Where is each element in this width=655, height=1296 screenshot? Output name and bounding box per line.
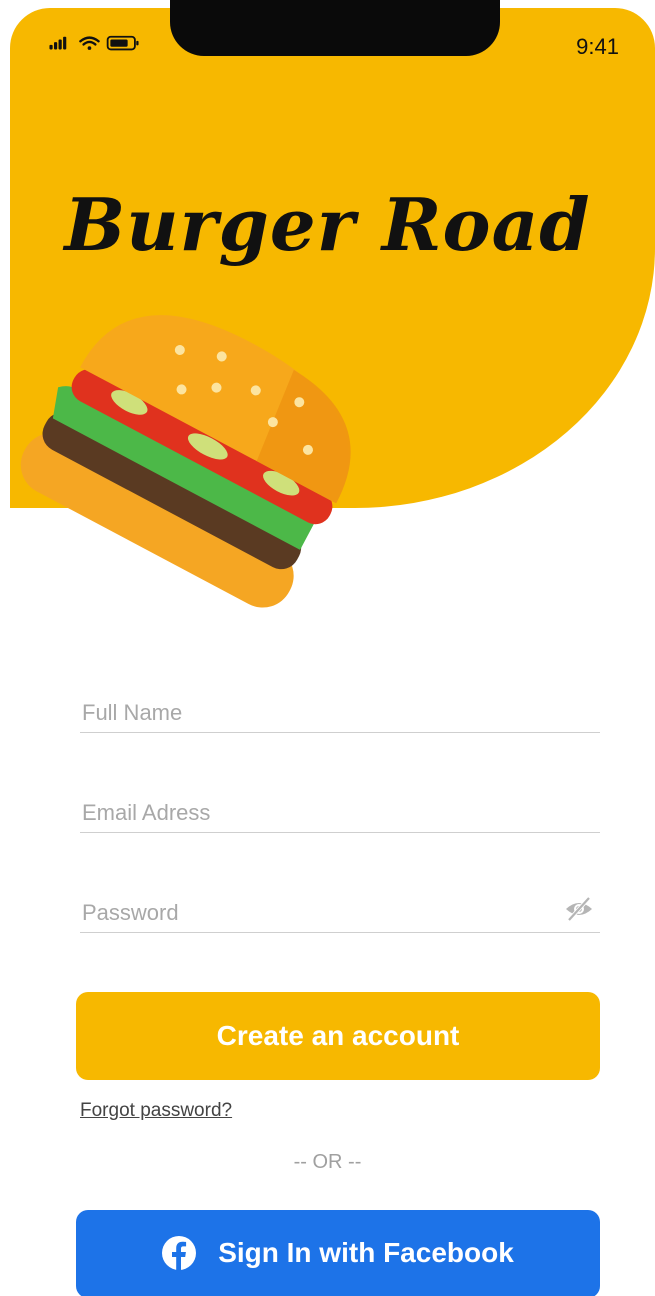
status-time: 9:41	[576, 34, 619, 59]
battery-icon	[106, 35, 139, 51]
signup-screen: 9:41 Burger Road Full Name Email Adress …	[0, 0, 655, 1296]
password-input[interactable]	[82, 900, 552, 926]
full-name-field[interactable]	[80, 690, 600, 733]
eye-slash-icon[interactable]	[564, 896, 594, 922]
full-name-input[interactable]	[82, 700, 552, 726]
facebook-button-content: Sign In with Facebook	[76, 1236, 600, 1270]
facebook-icon	[162, 1236, 197, 1270]
email-field[interactable]	[80, 790, 600, 833]
signal-icon	[49, 36, 67, 50]
facebook-button-label: Sign In with Facebook	[218, 1237, 514, 1268]
status-icons	[49, 35, 139, 51]
create-account-button[interactable]: Create an account	[76, 992, 600, 1080]
burger-illustration	[20, 315, 351, 608]
or-separator: -- OR --	[293, 1151, 362, 1173]
device-notch	[170, 0, 500, 56]
email-input[interactable]	[82, 800, 552, 826]
wifi-icon	[79, 36, 100, 50]
password-field[interactable]	[80, 890, 600, 933]
forgot-password-link[interactable]: Forgot password?	[80, 1100, 232, 1122]
app-title: Burger Road	[64, 182, 591, 267]
facebook-sign-in-button[interactable]: Sign In with Facebook	[76, 1210, 600, 1296]
